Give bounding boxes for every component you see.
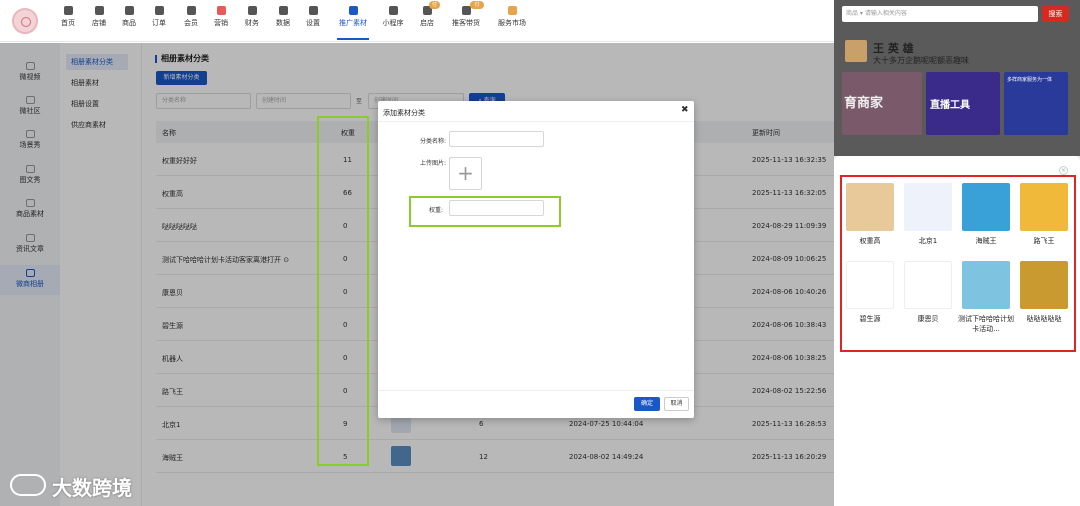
dialog-title: 添加素材分类 — [383, 109, 425, 117]
miniapp-icon — [388, 6, 398, 15]
category-label: 权重高 — [859, 237, 881, 245]
brand-logo[interactable] — [12, 8, 38, 34]
member-icon — [186, 6, 196, 15]
category-thumbnail[interactable] — [962, 261, 1010, 309]
profile-name: 王 英 雄 — [873, 42, 914, 55]
category-label: 测试下哈哈哈计划卡活动... — [958, 315, 1014, 333]
nav-store[interactable]: 付费 启店 — [415, 1, 441, 35]
order-icon — [154, 6, 164, 15]
promoter-icon — [461, 6, 471, 15]
category-label: 康恩贝 — [917, 315, 939, 323]
nav-service-market[interactable]: 服务市场 — [494, 5, 530, 35]
category-label: 哒哒哒哒哒 — [1026, 315, 1062, 323]
preview-search-input[interactable]: 商品 ▾ 请输入相关内容 — [842, 6, 1038, 22]
category-label: 海贼王 — [975, 237, 997, 245]
nav-settings[interactable]: 设置 — [301, 5, 325, 35]
dialog-footer-divider — [378, 390, 694, 391]
close-icon[interactable]: × — [1059, 166, 1068, 175]
banner-image[interactable]: 育商家 — [842, 72, 922, 135]
nav-marketing[interactable]: 营销 — [209, 5, 233, 35]
market-icon — [507, 6, 517, 15]
nav-shop[interactable]: 店铺 — [87, 5, 111, 35]
weight-label: 权重: — [428, 207, 443, 214]
nav-data[interactable]: 数据 — [271, 5, 295, 35]
weight-column-highlight — [317, 116, 369, 466]
upload-image-button[interactable]: + — [449, 157, 482, 190]
watermark-logo — [10, 474, 46, 496]
cancel-button[interactable]: 取消 — [664, 397, 689, 411]
confirm-button[interactable]: 确定 — [634, 397, 660, 411]
marketing-icon — [216, 6, 226, 15]
settings-icon — [308, 6, 318, 15]
finance-icon — [247, 6, 257, 15]
goods-icon — [124, 6, 134, 15]
nav-goods[interactable]: 商品 — [117, 5, 141, 35]
share-icon — [348, 6, 358, 15]
nav-promoter[interactable]: 付费 推客带货 — [448, 1, 484, 35]
paid-badge: 付费 — [470, 1, 484, 16]
category-label: 路飞王 — [1033, 237, 1055, 245]
data-icon — [278, 6, 288, 15]
paid-badge: 付费 — [429, 1, 441, 16]
avatar — [845, 40, 867, 62]
banner-image[interactable]: 多样商家服务为一体 — [1004, 72, 1068, 135]
watermark-text: 大数跨境 — [52, 476, 132, 500]
category-thumbnail[interactable] — [904, 261, 952, 309]
nav-member[interactable]: 会员 — [179, 5, 203, 35]
banner-image[interactable]: 直播工具 — [926, 72, 1000, 135]
profile-description: 大十多万企鹅呢呢额恶趣味 — [873, 56, 969, 65]
dialog-category-name-input[interactable] — [449, 131, 544, 147]
dialog-divider — [378, 121, 694, 122]
category-thumbnail[interactable] — [904, 183, 952, 231]
nav-promo-material[interactable]: 推广素材 — [335, 5, 371, 35]
category-thumbnail[interactable] — [846, 261, 894, 309]
add-category-dialog — [378, 101, 694, 418]
category-label: 碧生源 — [859, 315, 881, 323]
nav-miniapp[interactable]: 小程序 — [379, 5, 407, 35]
upload-image-label: 上传图片: — [419, 160, 446, 167]
category-thumbnail[interactable] — [1020, 183, 1068, 231]
nav-home[interactable]: 首页 — [56, 5, 80, 35]
home-icon — [63, 6, 73, 15]
preview-search-button[interactable]: 搜索 — [1042, 6, 1069, 22]
category-thumbnail[interactable] — [846, 183, 894, 231]
plus-icon: + — [457, 161, 474, 185]
nav-order[interactable]: 订单 — [147, 5, 171, 35]
dialog-weight-input[interactable] — [449, 200, 544, 216]
nav-finance[interactable]: 财务 — [240, 5, 264, 35]
shop-icon — [94, 6, 104, 15]
nav-active-underline — [337, 38, 369, 40]
category-thumbnail[interactable] — [962, 183, 1010, 231]
category-thumbnail[interactable] — [1020, 261, 1068, 309]
close-icon[interactable]: ✖ — [681, 105, 689, 115]
category-name-label: 分类名称: — [419, 138, 446, 145]
category-label: 北京1 — [918, 237, 938, 245]
